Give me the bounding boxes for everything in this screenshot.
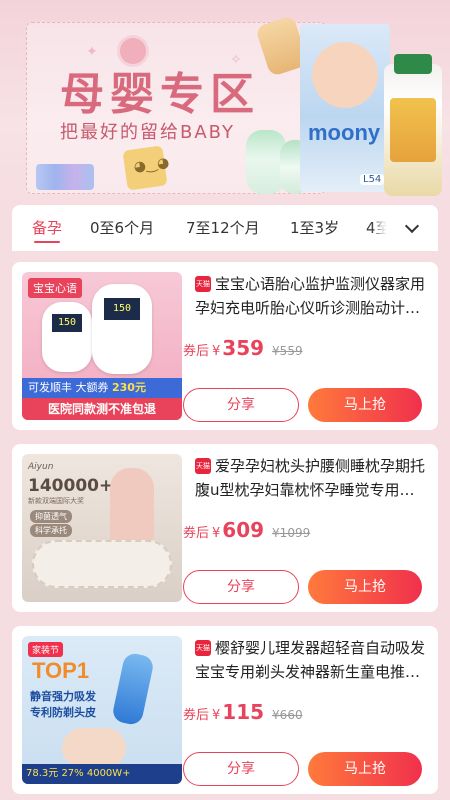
thumb-event-badge: 家装节 [28,642,64,657]
thumb-brand-badge: 宝宝心语 [28,278,82,298]
currency-symbol: ¥ [212,526,221,541]
toy-cube-image: ◕‿◕ [122,145,170,191]
tab-1-3-years[interactable]: 1至3岁 [290,205,339,251]
buy-now-button[interactable]: 马上抢 [308,570,422,604]
promo-coupon-value: 230元 [112,381,146,394]
tab-0-6-months[interactable]: 0至6个月 [90,205,154,251]
thumb-brand-logo: Aiyun [28,462,54,472]
thumb-sales-count: 140000+ [28,476,114,496]
price-row: 券后 ¥ 359 ¥559 [183,336,303,360]
thumb-award-text: 新款双端国际大奖 [28,497,84,505]
tab-pregnancy-prep[interactable]: 备孕 [32,205,62,251]
device-screen: 150 [104,298,140,320]
baby-image [62,728,126,768]
coupon-price: 609 [222,518,265,542]
diaper-size: L54 [360,174,385,185]
feature-pill: 科学承托 [30,524,72,537]
u-pillow-image [32,540,172,588]
currency-symbol: ¥ [212,344,221,359]
diaper-pack-image: moony L54 [300,24,390,192]
coupon-price: 115 [222,700,265,724]
buy-now-button[interactable]: 马上抢 [308,752,422,786]
fetal-doppler-device: 150 [42,302,92,372]
baby-jars-image [36,164,94,190]
product-card[interactable]: 宝宝心语 150 150 可发顺丰 大额券 230元 医院同款测不准包退 天猫 … [12,262,438,430]
price-row: 券后 ¥ 115 ¥660 [183,700,303,724]
buy-now-button[interactable]: 马上抢 [308,388,422,422]
product-image[interactable]: 宝宝心语 150 150 可发顺丰 大额券 230元 医院同款测不准包退 [22,272,182,420]
product-title[interactable]: 樱舒婴儿理发器超轻音自动吸发宝宝专用剃头发神器新生童电推… [195,636,431,684]
price-label: 券后 [183,344,210,359]
coupon-price: 359 [222,336,265,360]
calcium-bottle-image [384,54,442,196]
share-button[interactable]: 分享 [183,388,299,422]
product-title[interactable]: 宝宝心语胎心监护监测仪器家用孕妇充电听胎心仪听诊测胎动计… [195,272,431,320]
feature-pill: 抑菌透气 [30,510,72,523]
pregnant-woman-image [110,468,154,548]
promo-coupon-label: 大额券 [75,381,109,394]
thumb-feature: 静音强力吸发 [30,690,96,703]
price-label: 券后 [183,708,210,723]
product-card[interactable]: Aiyun 140000+ 新款双端国际大奖 抑菌透气 科学承托 天猫 爱孕孕妇… [12,444,438,612]
currency-symbol: ¥ [212,708,221,723]
baby-face-image [312,42,378,108]
device-screen: 150 [52,314,82,332]
thumb-stats-strip: 78.3元 27% 4000W+ [22,764,182,784]
price-row: 券后 ¥ 609 ¥1099 [183,518,310,542]
promo-strip: 可发顺丰 大额券 230元 [22,378,182,398]
expand-tabs-button[interactable] [386,205,438,251]
diaper-brand: moony [308,120,381,145]
smile-icon: ◕‿◕ [132,154,171,176]
original-price: ¥1099 [272,526,311,540]
product-title[interactable]: 爱孕孕妇枕头护腰侧睡枕孕期托腹u型枕孕妇靠枕怀孕睡觉专用… [195,454,431,502]
banner-title: 母婴专区 [60,69,260,120]
tab-7-12-months[interactable]: 7至12个月 [186,205,260,251]
bottle-cap [394,54,432,74]
bottle-label [390,98,436,162]
price-label: 券后 [183,526,210,541]
mother-baby-banner[interactable]: ✦ ✧ 母婴专区 把最好的留给BABY ◕‿◕ moony L54 [0,0,450,205]
original-price: ¥559 [272,344,303,358]
promo-guarantee: 医院同款测不准包退 [22,398,182,420]
hair-trimmer-image [111,651,155,727]
age-category-tabs: 备孕 0至6个月 7至12个月 1至3岁 4至 [12,205,438,251]
product-card[interactable]: 家装节 TOP1 静音强力吸发 专利防剃头皮 78.3元 27% 4000W+ … [12,626,438,794]
share-button[interactable]: 分享 [183,752,299,786]
thumb-feature: 专利防剃头皮 [30,706,96,719]
product-image[interactable]: 家装节 TOP1 静音强力吸发 专利防剃头皮 78.3元 27% 4000W+ [22,636,182,784]
fetal-doppler-device: 150 [92,284,152,374]
thumb-rank: TOP1 [32,658,90,683]
promo-shipping: 可发顺丰 [28,381,72,394]
product-image[interactable]: Aiyun 140000+ 新款双端国际大奖 抑菌透气 科学承托 [22,454,182,602]
banner-subtitle: 把最好的留给BABY [60,122,236,143]
original-price: ¥660 [272,708,303,722]
chevron-down-icon [404,218,420,233]
share-button[interactable]: 分享 [183,570,299,604]
